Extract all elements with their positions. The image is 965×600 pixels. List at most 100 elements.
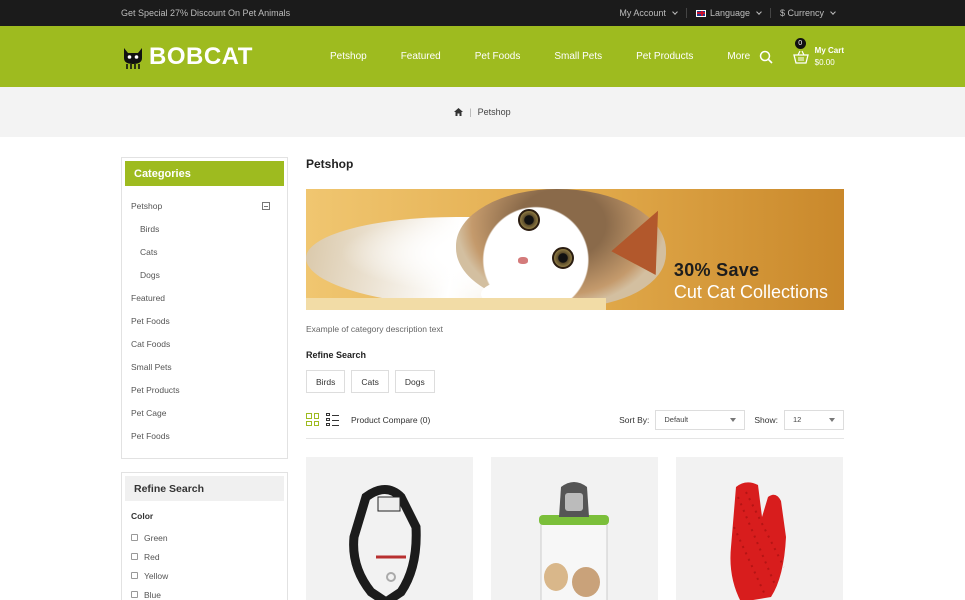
refine-chips: Birds Cats Dogs	[306, 370, 844, 393]
banner-subline: Cut Cat Collections	[673, 282, 828, 302]
category-label: Pet Cage	[131, 407, 167, 418]
banner-ledge	[306, 298, 606, 310]
refine-chip-birds[interactable]: Birds	[306, 370, 346, 393]
nav-item-pet-products[interactable]: Pet Products	[619, 51, 710, 62]
promo-text: Get Special 27% Discount On Pet Animals	[121, 8, 291, 18]
logo-text: BOBCAT	[149, 42, 253, 70]
banner-cat-nose	[518, 257, 528, 264]
product-compare-link[interactable]: Product Compare (0)	[351, 415, 430, 425]
my-account-dropdown[interactable]: My Account	[610, 8, 686, 18]
cat-logo-icon	[124, 47, 142, 69]
list-view-icon[interactable]	[326, 413, 339, 426]
language-label: Language	[709, 8, 750, 18]
color-option-label: Blue	[144, 589, 162, 600]
harness-image	[349, 485, 421, 600]
checkbox[interactable]	[131, 553, 138, 560]
flag-icon	[695, 9, 706, 17]
checkbox[interactable]	[131, 534, 138, 541]
my-account-label: My Account	[619, 8, 666, 18]
chevron-down-icon	[672, 8, 678, 15]
dropdown-arrow-icon	[829, 417, 835, 422]
refine-chip-dogs[interactable]: Dogs	[394, 370, 435, 393]
top-bar-menus: My Account Language $ Currency	[610, 8, 844, 18]
category-item-pet-foods-2[interactable]: Pet Foods	[131, 424, 278, 447]
refine-chip-cats[interactable]: Cats	[351, 370, 389, 393]
category-item-featured[interactable]: Featured	[131, 286, 278, 309]
currency-dropdown[interactable]: $ Currency	[769, 8, 844, 18]
category-item-cat-foods[interactable]: Cat Foods	[131, 332, 278, 355]
sort-controls: Sort By: Default Show: 12	[619, 409, 844, 430]
category-item-pet-cage[interactable]: Pet Cage	[131, 401, 278, 424]
refine-search-title: Refine Search	[306, 350, 367, 360]
product-card[interactable]	[676, 457, 843, 600]
color-option-label: Red	[144, 551, 160, 562]
show-select[interactable]: 12	[784, 409, 844, 430]
dropdown-arrow-icon	[730, 417, 737, 422]
category-label: Cats	[140, 246, 158, 257]
banner-promo: 30% Save Cut Cat Collections	[674, 260, 828, 303]
chevron-down-icon	[756, 8, 762, 15]
grid-view-icon[interactable]	[306, 413, 319, 426]
header-actions: 0 My Cart $0.00	[759, 26, 844, 87]
food-container-image	[539, 482, 609, 600]
breadcrumb-current[interactable]: Petshop	[478, 107, 511, 117]
chevron-down-icon	[830, 8, 836, 15]
categories-heading: Categories	[125, 161, 284, 186]
category-label: Featured	[131, 292, 166, 303]
cart-count-badge: 0	[794, 37, 806, 49]
page-title: Petshop	[306, 157, 354, 171]
color-option-red[interactable]: Red	[131, 547, 278, 566]
cart-total: $0.00	[814, 57, 835, 67]
sidebar: Categories Petshop Birds Cats Dogs Featu…	[121, 157, 288, 600]
category-item-dogs[interactable]: Dogs	[131, 263, 278, 286]
category-item-cats[interactable]: Cats	[131, 240, 278, 263]
category-item-small-pets[interactable]: Small Pets	[131, 355, 278, 378]
category-label: Cat Foods	[131, 338, 171, 349]
color-option-yellow[interactable]: Yellow	[131, 566, 278, 585]
category-list: Petshop Birds Cats Dogs Featured Pet Foo…	[125, 186, 284, 455]
cart-button[interactable]: 0 My Cart $0.00	[792, 37, 844, 69]
category-banner[interactable]: 30% Save Cut Cat Collections	[306, 189, 844, 310]
category-description: Example of category description text	[306, 324, 444, 334]
nav-item-featured[interactable]: Featured	[384, 51, 458, 62]
cart-label: My Cart	[814, 45, 844, 55]
collapse-icon[interactable]	[262, 201, 270, 210]
sort-select[interactable]: Default	[655, 409, 746, 430]
product-grid	[306, 457, 844, 600]
category-item-pet-foods[interactable]: Pet Foods	[131, 309, 278, 332]
refine-search-body: Color Green Red Yellow Blue	[125, 501, 284, 600]
search-icon[interactable]	[759, 50, 773, 64]
show-label: Show:	[754, 414, 778, 425]
color-option-blue[interactable]: Blue	[131, 585, 278, 600]
checkbox[interactable]	[131, 572, 138, 579]
refine-search-box: Refine Search Color Green Red Yellow Blu…	[121, 472, 288, 600]
sort-label: Sort By:	[619, 414, 650, 425]
nav-item-petshop[interactable]: Petshop	[313, 51, 384, 62]
show-value: 12	[793, 415, 802, 424]
product-card[interactable]	[306, 457, 473, 600]
language-dropdown[interactable]: Language	[685, 8, 770, 18]
category-label: Pet Products	[131, 384, 180, 395]
category-item-petshop[interactable]: Petshop	[131, 194, 278, 217]
categories-box: Categories Petshop Birds Cats Dogs Featu…	[121, 157, 288, 459]
category-label: Pet Foods	[131, 430, 170, 441]
product-toolbar: Product Compare (0) Sort By: Default Sho…	[306, 409, 844, 439]
nav-item-pet-foods[interactable]: Pet Foods	[458, 51, 538, 62]
logo[interactable]: BOBCAT	[121, 43, 311, 71]
color-filter-label: Color	[131, 511, 154, 521]
home-icon[interactable]	[454, 108, 464, 116]
category-content: Petshop 30% Save Cut Cat Collections Exa…	[306, 157, 844, 600]
breadcrumb-separator: |	[469, 107, 472, 117]
category-label: Petshop	[131, 200, 163, 211]
top-bar: Get Special 27% Discount On Pet Animals …	[0, 0, 965, 26]
banner-cat-eye	[518, 209, 540, 231]
nav-item-small-pets[interactable]: Small Pets	[537, 51, 619, 62]
product-card[interactable]	[491, 457, 658, 600]
category-label: Dogs	[140, 269, 160, 280]
color-option-green[interactable]: Green	[131, 528, 278, 547]
category-item-birds[interactable]: Birds	[131, 217, 278, 240]
grooming-glove-image	[730, 482, 786, 600]
category-item-pet-products[interactable]: Pet Products	[131, 378, 278, 401]
checkbox[interactable]	[131, 591, 138, 598]
view-toggle	[306, 413, 339, 426]
